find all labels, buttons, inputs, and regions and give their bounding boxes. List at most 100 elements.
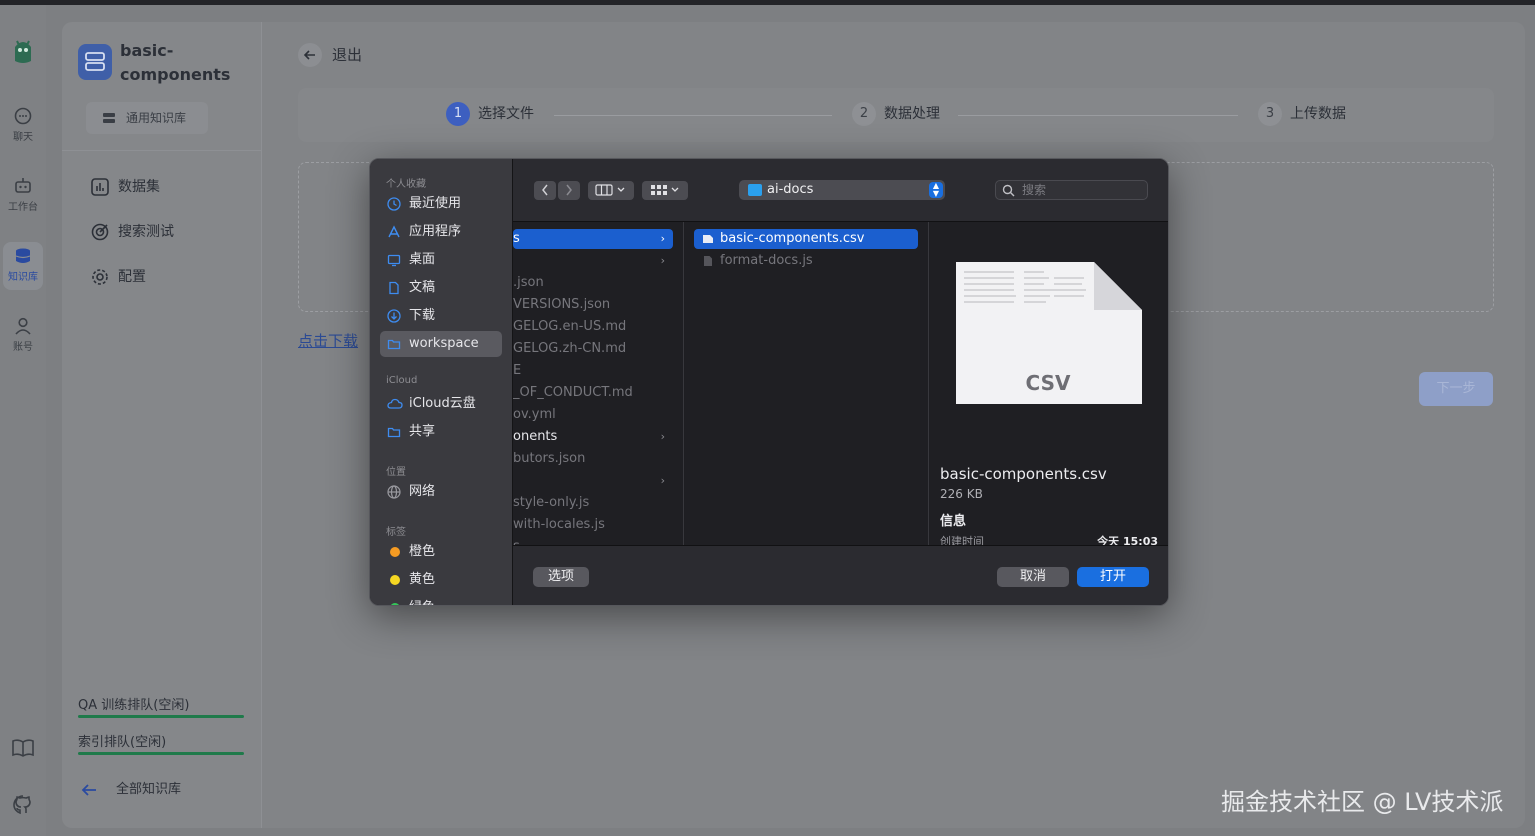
list-item[interactable]: s bbox=[513, 537, 673, 545]
top-edge bbox=[0, 0, 1535, 5]
sidebar-item-dataset[interactable]: 数据集 bbox=[90, 175, 160, 199]
list-item[interactable]: with-locales.js bbox=[513, 515, 673, 535]
list-item[interactable]: E bbox=[513, 361, 673, 381]
sidebar-item-label: iCloud云盘 bbox=[409, 396, 476, 411]
section-locations: 位置 bbox=[386, 467, 406, 478]
list-item[interactable]: basic-components.csv bbox=[694, 229, 918, 249]
chevron-right-icon: › bbox=[660, 474, 665, 487]
cancel-button[interactable]: 取消 bbox=[997, 567, 1069, 587]
list-item[interactable]: _OF_CONDUCT.md bbox=[513, 383, 673, 403]
shared-folder-icon bbox=[387, 427, 401, 438]
sidebar-item-icloud-drive[interactable]: iCloud云盘 bbox=[380, 391, 502, 417]
rail-account[interactable]: 账号 bbox=[3, 312, 43, 360]
rail-knowledge[interactable]: 知识库 bbox=[3, 242, 43, 290]
desktop-icon bbox=[387, 254, 401, 267]
rail-knowledge-label: 知识库 bbox=[8, 272, 38, 283]
arrow-left-icon bbox=[303, 50, 315, 60]
sidebar-item-label: 数据集 bbox=[118, 179, 160, 195]
list-item[interactable]: .json bbox=[513, 273, 673, 293]
list-item[interactable]: s › bbox=[513, 229, 673, 249]
sidebar-item-label: 橙色 bbox=[409, 544, 436, 559]
sidebar-item-documents[interactable]: 文稿 bbox=[380, 275, 502, 301]
qa-queue-bar bbox=[78, 715, 244, 718]
item-name: .json bbox=[513, 275, 544, 290]
sidebar-item-applications[interactable]: 应用程序 bbox=[380, 219, 502, 245]
cloud-icon bbox=[387, 398, 403, 409]
chevron-updown-icon: ▲ ▼ bbox=[929, 182, 943, 198]
kb-title: basic-components bbox=[120, 41, 231, 84]
item-name: onents bbox=[513, 429, 558, 444]
exit-button[interactable]: 退出 bbox=[298, 42, 362, 68]
sidebar-item-shared[interactable]: 共享 bbox=[380, 419, 502, 445]
list-item[interactable]: GELOG.zh-CN.md bbox=[513, 339, 673, 359]
sidebar-item-config[interactable]: 配置 bbox=[90, 265, 146, 289]
group-view-button[interactable] bbox=[642, 181, 688, 200]
search-icon bbox=[1002, 184, 1015, 197]
step-number: 2 bbox=[852, 102, 876, 126]
grid-icon bbox=[651, 185, 679, 195]
back-to-all-kb-button[interactable]: 全部知识库 bbox=[78, 778, 181, 802]
options-button[interactable]: 选项 bbox=[533, 567, 589, 587]
next-step-button[interactable]: 下一步 bbox=[1419, 372, 1493, 406]
list-item[interactable]: ov.yml bbox=[513, 405, 673, 425]
step-process-data: 2 数据处理 bbox=[852, 102, 940, 126]
item-name: s bbox=[513, 231, 520, 246]
section-icloud: iCloud bbox=[386, 375, 418, 386]
back-button[interactable] bbox=[534, 181, 556, 200]
sidebar-item-search-test[interactable]: 搜索测试 bbox=[90, 220, 174, 244]
sidebar-item-label: 下载 bbox=[409, 308, 436, 323]
download-template-link[interactable]: 点击下载 bbox=[298, 330, 358, 351]
rail-workbench[interactable]: 工作台 bbox=[3, 172, 43, 220]
csv-document-thumbnail: CSV bbox=[956, 262, 1142, 404]
file-preview: CSV basic-components.csv 226 KB 信息 创建时间 … bbox=[930, 222, 1168, 548]
column-view-button[interactable] bbox=[588, 181, 634, 200]
user-icon bbox=[15, 317, 31, 335]
sidebar-item-desktop[interactable]: 桌面 bbox=[380, 247, 502, 273]
list-item[interactable]: GELOG.en-US.md bbox=[513, 317, 673, 337]
list-item[interactable]: VERSIONS.json bbox=[513, 295, 673, 315]
step-select-file: 1 选择文件 bbox=[446, 102, 534, 126]
path-popup[interactable]: ai-docs ▲ ▼ bbox=[739, 180, 945, 200]
search-input[interactable]: 搜索 bbox=[995, 180, 1148, 200]
green-tag-icon bbox=[390, 603, 400, 605]
yellow-tag-icon bbox=[390, 575, 400, 585]
browser-column-1: s › › .json VERSIONS.json GELOG.en-US.md … bbox=[513, 222, 684, 545]
book-icon[interactable] bbox=[11, 736, 35, 760]
sidebar-item-workspace[interactable]: workspace bbox=[380, 331, 502, 357]
sidebar-tag-yellow[interactable]: 黄色 bbox=[380, 567, 502, 593]
sidebar-item-downloads[interactable]: 下载 bbox=[380, 303, 502, 329]
github-icon[interactable] bbox=[11, 793, 35, 817]
path-label: ai-docs bbox=[767, 182, 814, 197]
preview-file-name: basic-components.csv bbox=[940, 465, 1107, 483]
sidebar-item-label: 共享 bbox=[409, 424, 436, 439]
kb-avatar-icon bbox=[78, 44, 112, 80]
list-item[interactable]: style-only.js bbox=[513, 493, 673, 513]
watermark: 掘金技术社区 @ LV技术派 bbox=[1221, 788, 1504, 816]
list-item[interactable]: › bbox=[513, 251, 673, 271]
sidebar-item-label: 绿色 bbox=[409, 600, 435, 605]
sidebar-item-label: 桌面 bbox=[409, 252, 436, 267]
sidebar-item-recent[interactable]: 最近使用 bbox=[380, 191, 502, 217]
list-item[interactable]: format-docs.js bbox=[694, 251, 918, 271]
rail-chat[interactable]: 聊天 bbox=[3, 102, 43, 150]
list-item[interactable]: › bbox=[513, 471, 673, 491]
upload-steps: 1 选择文件 2 数据处理 3 上传数据 bbox=[298, 88, 1494, 142]
document-icon bbox=[389, 281, 399, 295]
forward-button[interactable] bbox=[558, 181, 580, 200]
list-item[interactable]: onents › bbox=[513, 427, 673, 447]
dialog-toolbar: ai-docs ▲ ▼ 搜索 bbox=[513, 159, 1168, 222]
chevron-right-icon: › bbox=[660, 430, 665, 443]
list-item[interactable]: butors.json bbox=[513, 449, 673, 469]
section-favorites: 个人收藏 bbox=[386, 179, 426, 190]
preview-info-heading: 信息 bbox=[940, 514, 967, 529]
app-logo-icon bbox=[15, 40, 31, 63]
index-queue-label: 索引排队(空闲) bbox=[78, 735, 167, 750]
item-name: VERSIONS.json bbox=[513, 297, 611, 312]
globe-icon bbox=[387, 485, 401, 499]
open-button[interactable]: 打开 bbox=[1077, 567, 1149, 587]
columns-icon bbox=[595, 184, 625, 196]
qa-queue-label: QA 训练排队(空闲) bbox=[78, 698, 190, 713]
sidebar-item-network[interactable]: 网络 bbox=[380, 479, 502, 505]
sidebar-tag-orange[interactable]: 橙色 bbox=[380, 539, 502, 565]
sidebar-tag-green[interactable]: 绿色 bbox=[380, 595, 502, 605]
